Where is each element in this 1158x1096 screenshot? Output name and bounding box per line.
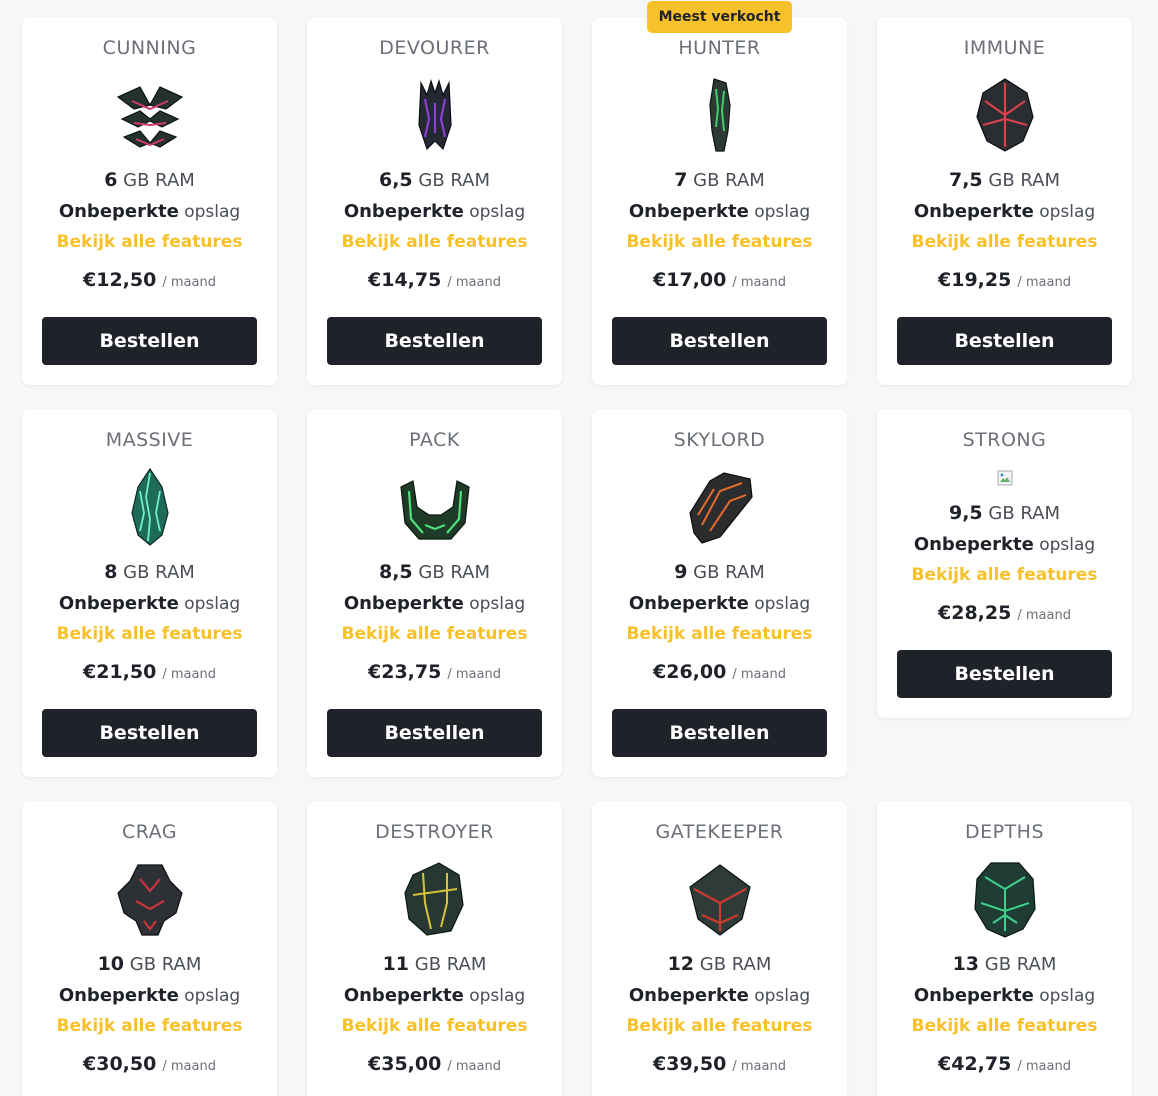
storage-label: Onbeperkte opslag [913,201,1096,222]
plan-card-strong: STRONG 9,5 GB RAM Onbeperkte opslag Beki… [877,409,1132,718]
features-link[interactable]: Bekijk alle features [877,1016,1132,1036]
order-button[interactable]: Bestellen [612,317,827,365]
order-button[interactable]: Bestellen [42,317,257,365]
plan-name: PACK [409,429,460,451]
plan-name: IMMUNE [963,37,1046,59]
plan-name: SKYLORD [673,429,766,451]
plan-name: DEVOURER [379,37,490,59]
order-button[interactable]: Bestellen [327,709,542,757]
storage-label: Onbeperkte opslag [58,985,241,1006]
order-button[interactable]: Bestellen [612,709,827,757]
storage-label: Onbeperkte opslag [913,534,1096,555]
features-link[interactable]: Bekijk alle features [307,232,562,252]
price-label: €17,00 / maand [653,269,786,291]
plan-name: DESTROYER [375,821,494,843]
plan-card-depths: DEPTHS 13 GB RAM Onbeperkte opslag Bekij… [877,801,1132,1096]
price-label: €23,75 / maand [368,661,501,683]
order-button[interactable]: Bestellen [897,650,1112,698]
features-link[interactable]: Bekijk alle features [307,1016,562,1036]
storage-label: Onbeperkte opslag [628,985,811,1006]
ram-label: 8,5 GB RAM [378,561,491,583]
price-label: €21,50 / maand [83,661,216,683]
price-label: €42,75 / maand [938,1053,1071,1075]
price-label: €14,75 / maand [368,269,501,291]
order-button[interactable]: Bestellen [897,317,1112,365]
ram-label: 12 GB RAM [667,953,772,975]
plan-card-devourer: DEVOURER 6,5 GB RAM Onbeperkte opslag Be… [307,17,562,385]
plan-card-immune: IMMUNE 7,5 GB RAM Onbeperkte opslag Beki… [877,17,1132,385]
features-link[interactable]: Bekijk alle features [592,624,847,644]
storage-label: Onbeperkte opslag [628,593,811,614]
crag-server-art [110,859,190,939]
storage-label: Onbeperkte opslag [343,593,526,614]
plan-name: MASSIVE [105,429,194,451]
features-link[interactable]: Bekijk alle features [592,1016,847,1036]
plan-name: DEPTHS [964,821,1045,843]
price-label: €28,25 / maand [938,602,1071,624]
plan-card-massive: MASSIVE 8 GB RAM Onbeperkte opslag Bekij… [22,409,277,777]
ram-label: 7,5 GB RAM [948,169,1061,191]
ram-label: 6,5 GB RAM [378,169,491,191]
pricing-grid: CUNNING 6 GB RAM Onbeperkte opslag Bekij… [0,0,1158,1096]
plan-name: HUNTER [678,37,761,59]
ram-label: 6 GB RAM [104,169,195,191]
features-link[interactable]: Bekijk alle features [22,1016,277,1036]
storage-label: Onbeperkte opslag [343,201,526,222]
features-link[interactable]: Bekijk alle features [592,232,847,252]
plan-name: GATEKEEPER [655,821,784,843]
depths-server-art [965,859,1045,939]
ram-label: 9,5 GB RAM [948,502,1061,524]
plan-name: CUNNING [102,37,197,59]
plan-name: CRAG [121,821,178,843]
immune-server-art [965,75,1045,155]
ram-label: 7 GB RAM [674,169,765,191]
order-button[interactable]: Bestellen [42,709,257,757]
order-button[interactable]: Bestellen [327,317,542,365]
features-link[interactable]: Bekijk alle features [877,232,1132,252]
hunter-server-art [680,75,760,155]
storage-label: Onbeperkte opslag [58,201,241,222]
plan-name: STRONG [962,429,1047,451]
plan-card-hunter: Meest verkocht HUNTER 7 GB RAM Onbeperkt… [592,1,847,385]
ram-label: 8 GB RAM [104,561,195,583]
plan-card-pack: PACK 8,5 GB RAM Onbeperkte opslag Bekijk… [307,409,562,777]
pack-server-art [395,467,475,547]
plan-card-crag: CRAG 10 GB RAM Onbeperkte opslag Bekijk … [22,801,277,1096]
skylord-server-art [680,467,760,547]
ram-label: 13 GB RAM [952,953,1057,975]
storage-label: Onbeperkte opslag [58,593,241,614]
plan-card-destroyer: DESTROYER 11 GB RAM Onbeperkte opslag Be… [307,801,562,1096]
ram-label: 10 GB RAM [97,953,202,975]
storage-label: Onbeperkte opslag [628,201,811,222]
best-seller-badge: Meest verkocht [646,1,793,33]
price-label: €39,50 / maand [653,1053,786,1075]
storage-label: Onbeperkte opslag [913,985,1096,1006]
features-link[interactable]: Bekijk alle features [22,232,277,252]
plan-card-skylord: SKYLORD 9 GB RAM Onbeperkte opslag Bekij… [592,409,847,777]
price-label: €30,50 / maand [83,1053,216,1075]
storage-label: Onbeperkte opslag [343,985,526,1006]
plan-card-gatekeeper: GATEKEEPER 12 GB RAM Onbeperkte opslag B… [592,801,847,1096]
gatekeeper-server-art [680,859,760,939]
devourer-server-art [395,75,475,155]
features-link[interactable]: Bekijk alle features [22,624,277,644]
plan-card-cunning: CUNNING 6 GB RAM Onbeperkte opslag Bekij… [22,17,277,385]
features-link[interactable]: Bekijk alle features [877,565,1132,585]
destroyer-server-art [395,859,475,939]
massive-server-art [110,467,190,547]
ram-label: 11 GB RAM [382,953,487,975]
price-label: €26,00 / maand [653,661,786,683]
price-label: €35,00 / maand [368,1053,501,1075]
ram-label: 9 GB RAM [674,561,765,583]
price-label: €12,50 / maand [83,269,216,291]
price-label: €19,25 / maand [938,269,1071,291]
broken-image-icon [997,470,1013,486]
cunning-server-art [110,75,190,155]
features-link[interactable]: Bekijk alle features [307,624,562,644]
